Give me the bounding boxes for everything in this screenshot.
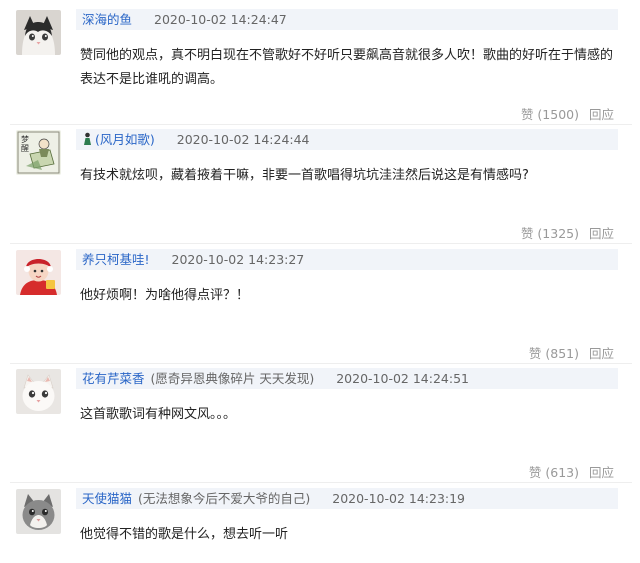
comment-username-text[interactable]: (风月如歌) [95,132,155,147]
divider [10,363,632,364]
like-button[interactable]: 赞 (1325) [521,226,579,241]
reply-button[interactable]: 回应 [589,346,614,361]
comment-username[interactable]: 深海的鱼 [76,12,132,27]
comment-actions: 赞 (851) 回应 [529,343,614,362]
comment-meta-bar: 花有芹菜香 (愿奇异恩典像碎片 天天发现) 2020-10-02 14:24:5… [76,368,618,389]
svg-text:梦: 梦 [21,135,29,144]
comment-actions: 赞 (1325) 回应 [521,223,614,242]
comment-meta-bar: 养只柯基哇! 2020-10-02 14:23:27 [76,249,618,270]
comment-meta-bar: 天使猫猫 (无法想象今后不爱大爷的自己) 2020-10-02 14:23:19 [76,488,618,509]
comment-text: 有技术就炫呗，藏着掖着干嘛，非要一首歌唱得坑坑洼洼然后说这是有情感吗? [80,168,529,183]
comment-username[interactable]: 花有芹菜香 [76,371,145,386]
reply-button[interactable]: 回应 [589,465,614,480]
divider [10,482,632,483]
reply-button[interactable]: 回应 [589,226,614,241]
comment-actions: 赞 (1500) 回应 [521,104,614,123]
comment-meta-bar: (风月如歌) 2020-10-02 14:24:44 [76,129,618,150]
cartoon-book-avatar-icon[interactable]: 梦 醒 [16,130,61,175]
child-red-hat-avatar-icon[interactable] [16,250,61,295]
comment-user-signature: (愿奇异恩典像碎片 天天发现) [150,371,315,386]
comment-text: 这首歌歌词有种网文风。。。 [80,407,237,422]
svg-text:醒: 醒 [21,144,29,153]
comment-text: 他好烦啊！为啥他得点评？！ [80,288,250,303]
comment-user-signature: (无法想象今后不爱大爷的自己) [138,491,311,506]
white-kitten-avatar-icon[interactable] [16,369,61,414]
divider [10,243,632,244]
like-button[interactable]: 赞 (851) [529,346,579,361]
comment-text: 赞同他的观点，真不明白现在不管歌好不好听只要飙高音就很多人吹！歌曲的好听在于情感… [80,48,614,87]
figure-badge-icon [84,132,91,145]
comment-timestamp: 2020-10-02 14:24:47 [154,12,287,27]
divider [10,124,632,125]
like-button[interactable]: 赞 (1500) [521,107,579,122]
comment-username[interactable]: (风月如歌) [76,132,159,147]
comment-timestamp: 2020-10-02 14:24:51 [336,371,469,386]
grey-kitten-avatar-icon[interactable] [16,489,61,534]
comment-text: 他觉得不错的歌是什么，想去听一听 [80,527,289,542]
comment-username[interactable]: 天使猫猫 [76,491,132,506]
reply-button[interactable]: 回应 [589,107,614,122]
comment-meta-bar: 深海的鱼 2020-10-02 14:24:47 [76,9,618,30]
like-button[interactable]: 赞 (613) [529,465,579,480]
cat-avatar-icon[interactable] [16,10,61,55]
comment-timestamp: 2020-10-02 14:24:44 [176,132,310,147]
comment-timestamp: 2020-10-02 14:23:27 [171,252,305,267]
comment-username[interactable]: 养只柯基哇! [76,252,150,267]
comment-timestamp: 2020-10-02 14:23:19 [332,491,466,506]
comment-actions: 赞 (613) 回应 [529,462,614,481]
